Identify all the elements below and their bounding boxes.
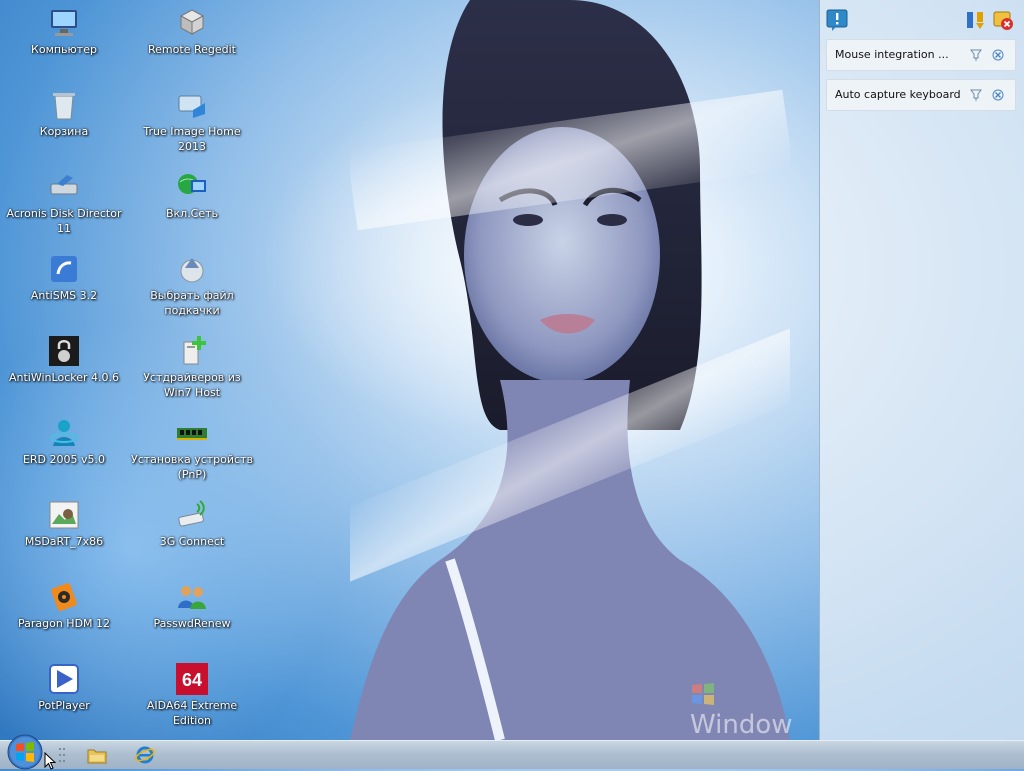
pin-notification-icon[interactable] [969,88,983,102]
icon-label: 3G Connect [159,535,225,548]
windows-flag-icon [692,683,714,705]
usb-modem-icon [178,500,205,527]
taskbar [0,734,1024,770]
icon-label: Выбрать файл подкачки [150,289,234,317]
icon-label: AntiWinLocker 4.0.6 [9,371,119,384]
users-icon [178,586,206,609]
windows-watermark: Window [690,680,820,740]
desktop-icon-pagefile[interactable]: Выбрать файл подкачки [128,252,256,318]
icon-label: AIDA64 Extreme Edition [146,699,238,727]
driver-install-icon [183,336,206,365]
desktop-icon-antiwinlocker[interactable]: AntiWinLocker 4.0.6 [0,334,128,385]
icon-label: Paragon HDM 12 [17,617,111,630]
pagefile-icon [180,258,204,283]
internet-explorer-icon[interactable] [134,743,156,767]
desktop-icon-3g-connect[interactable]: 3G Connect [128,498,256,549]
paragon-icon [51,583,77,611]
true-image-icon [178,95,205,118]
desktop-icon-driver-install[interactable]: Устдрайверов из Win7 Host [128,334,256,400]
icon-label: Установка устройств (PnP) [131,453,253,481]
notification-text: Auto capture keyboard ... [835,88,965,101]
desktop: Window Компьютер Корзина Acronis Disk Di… [0,0,820,740]
pin-notification-icon[interactable] [969,48,983,62]
antisms-icon [51,256,77,282]
desktop-icon-aida64[interactable]: 64 AIDA64 Extreme Edition [128,662,256,728]
icon-label: Remote Regedit [148,43,236,56]
memory-module-icon [177,428,207,440]
dismiss-all-icon[interactable] [992,9,1014,31]
icon-label: Устдрайверов из Win7 Host [143,371,241,399]
desktop-icon-remote-regedit[interactable]: Remote Regedit [128,6,256,57]
desktop-icon-pnp[interactable]: Установка устройств (PnP) [128,416,256,482]
desktop-icon-paragon[interactable]: Paragon HDM 12 [0,580,128,631]
icon-label: MSDaRT_7x86 [24,535,104,548]
notification-panel: Mouse integration ... Auto capture keybo… [819,0,1024,740]
desktop-icon-msdart[interactable]: MSDaRT_7x86 [0,498,128,549]
taskbar-grip-icon [59,748,65,762]
notification-item[interactable]: Mouse integration ... [826,39,1016,71]
wallpaper-glow [260,80,780,440]
start-orb-icon[interactable] [6,733,44,771]
computer-icon [51,10,77,36]
icon-label: ERD 2005 v5.0 [22,453,106,466]
explorer-folder-icon[interactable] [86,743,108,767]
disk-director-icon [50,175,78,195]
potplayer-icon [49,664,79,694]
erd-icon [50,420,78,446]
icon-label: PasswdRenew [153,617,231,630]
close-notification-icon[interactable] [991,48,1005,62]
icon-label: PotPlayer [38,699,90,712]
desktop-icon-antisms[interactable]: AntiSMS 3.2 [0,252,128,303]
icon-label: Корзина [39,125,89,138]
msdart-icon [49,501,79,529]
regedit-icon [179,9,205,35]
icon-label: True Image Home 2013 [143,125,241,153]
desktop-icon-network[interactable]: Вкл.Сеть [128,170,256,221]
desktop-icon-true-image[interactable]: True Image Home 2013 [128,88,256,154]
sort-notifications-icon[interactable] [964,9,986,31]
padlock-icon [49,336,79,366]
aida64-icon: 64 [176,663,208,695]
desktop-icon-erd[interactable]: ERD 2005 v5.0 [0,416,128,467]
icon-label: AntiSMS 3.2 [30,289,98,302]
icon-label: Acronis Disk Director 11 [6,207,122,235]
desktop-icon-passwdrenew[interactable]: PasswdRenew [128,580,256,631]
icon-label: Вкл.Сеть [165,207,219,220]
close-notification-icon[interactable] [991,88,1005,102]
aida64-badge: 64 [182,670,202,690]
desktop-icon-potplayer[interactable]: PotPlayer [0,662,128,713]
icon-label: Компьютер [31,43,97,56]
notification-center-icon[interactable] [826,9,848,31]
watermark-text: Window [690,710,793,740]
notification-panel-header [820,0,1024,36]
desktop-icon-disk-director[interactable]: Acronis Disk Director 11 [0,170,128,236]
recycle-bin-icon [53,93,75,120]
network-globe-icon [178,174,206,194]
notification-text: Mouse integration ... [835,48,949,61]
notification-item[interactable]: Auto capture keyboard ... [826,79,1016,111]
desktop-icon-computer[interactable]: Компьютер [0,6,128,57]
wallpaper-portrait [350,0,790,740]
desktop-icon-recycle-bin[interactable]: Корзина [0,88,128,139]
